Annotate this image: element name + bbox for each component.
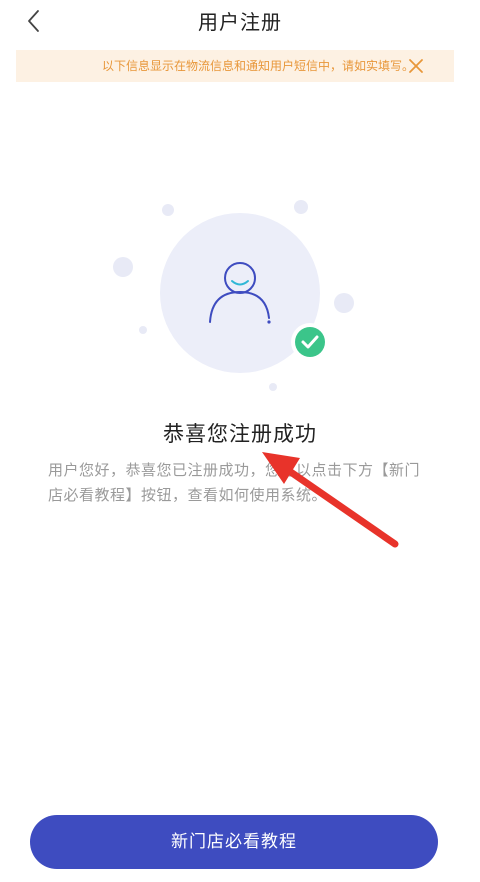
registration-success-page: 用户注册 以下信息显示在物流信息和通知用户短信中，请如实填写。 恭喜您注册成功 … [0,0,480,882]
notice-text: 以下信息显示在物流信息和通知用户短信中，请如实填写。 [101,59,414,73]
decor-bubble [334,293,354,313]
decor-bubble [162,204,174,216]
decor-bubble [294,200,308,214]
check-badge-icon [291,323,329,361]
close-icon[interactable] [408,58,424,74]
notice-banner: 以下信息显示在物流信息和通知用户短信中，请如实填写。 [16,50,454,82]
success-title: 恭喜您注册成功 [163,422,317,446]
decor-bubble [113,257,133,277]
decor-bubble [269,383,277,391]
success-description: 用户您好，恭喜您已注册成功，您可以点击下方【新门店必看教程】按钮，查看如何使用系… [48,461,421,504]
decor-bubble [139,326,147,334]
page-title: 用户注册 [198,10,282,34]
new-store-tutorial-button[interactable]: 新门店必看教程 [30,815,438,869]
success-illustration [113,200,354,391]
header-bar: 用户注册 [0,0,480,44]
